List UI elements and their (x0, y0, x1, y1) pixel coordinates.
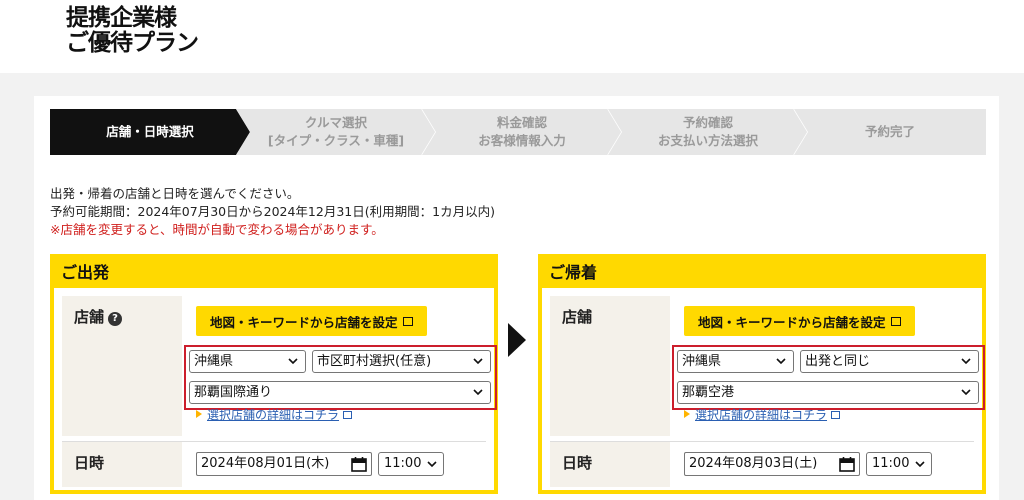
return-store-label: 店舗 (550, 296, 670, 436)
step-sublabel: お支払い方法選択 (657, 133, 758, 148)
return-box: ご帰着 店舗 地図・キーワードから店舗を設定 沖縄県 出発と同じ 那覇空港 選択… (538, 254, 986, 494)
return-store-row: 店舗 地図・キーワードから店舗を設定 沖縄県 出発と同じ 那覇空港 選択店舗の詳… (550, 296, 985, 436)
external-window-icon (343, 411, 353, 419)
step-label: クルマ選択 (304, 115, 368, 130)
help-icon[interactable]: ? (108, 312, 123, 326)
intro-text: 出発・帰着の店舗と日時を選んでください。 予約可能期間：2024年07月30日か… (50, 185, 495, 239)
step-label: 予約確認 (682, 115, 733, 130)
calendar-icon (839, 457, 855, 472)
departure-box: ご出発 店舗? 地図・キーワードから店舗を設定 沖縄県 市区町村選択(任意) 那… (50, 254, 498, 494)
departure-date-input[interactable]: 2024年08月01日(木) (196, 452, 372, 476)
intro-line-1: 出発・帰着の店舗と日時を選んでください。 (50, 186, 300, 201)
departure-title: ご出発 (54, 258, 494, 288)
brand-logo: 提携企業様 ご優待プラン (66, 5, 199, 56)
departure-map-button[interactable]: 地図・キーワードから店舗を設定 (196, 306, 427, 336)
departure-prefecture-select[interactable]: 沖縄県 (189, 350, 306, 373)
step-label: 料金確認 (496, 115, 547, 130)
departure-date-label: 日時 (62, 442, 182, 487)
departure-store-row: 店舗? 地図・キーワードから店舗を設定 沖縄県 市区町村選択(任意) 那覇国際通… (62, 296, 497, 436)
chevron-down-icon (961, 358, 971, 365)
chevron-down-icon (776, 358, 786, 365)
departure-city-select[interactable]: 市区町村選択(任意) (312, 350, 491, 373)
step-price-confirm: 料金確認お客様情報入力 (422, 109, 622, 155)
departure-store-select[interactable]: 那覇国際通り (189, 381, 491, 404)
triangle-right-icon (196, 410, 202, 418)
external-window-icon (402, 316, 413, 326)
arrow-right-icon (508, 323, 526, 357)
chevron-down-icon (961, 389, 971, 396)
step-sublabel: [タイプ・クラス・車種] (267, 133, 405, 148)
step-label: 店舗・日時選択 (106, 124, 194, 139)
return-store-detail-link[interactable]: 選択店舗の詳細はコチラ (684, 406, 841, 423)
step-reservation-confirm: 予約確認お支払い方法選択 (608, 109, 808, 155)
chevron-down-icon (427, 461, 437, 468)
return-city-select[interactable]: 出発と同じ (800, 350, 979, 373)
intro-warning: ※店舗を変更すると、時間が自動で変わる場合があります。 (50, 222, 384, 237)
return-map-button[interactable]: 地図・キーワードから店舗を設定 (684, 306, 915, 336)
step-car-select: クルマ選択 [タイプ・クラス・車種] (236, 109, 436, 155)
chevron-down-icon (473, 358, 483, 365)
chevron-down-icon (473, 389, 483, 396)
return-store-select[interactable]: 那覇空港 (677, 381, 979, 404)
return-prefecture-select[interactable]: 沖縄県 (677, 350, 794, 373)
return-time-select[interactable]: 11:00 (866, 452, 932, 476)
step-complete: 予約完了 (794, 109, 986, 155)
chevron-down-icon (915, 461, 925, 468)
calendar-icon (351, 457, 367, 472)
return-date-label: 日時 (550, 442, 670, 487)
step-sublabel: お客様情報入力 (478, 133, 566, 148)
departure-store-label: 店舗? (62, 296, 182, 436)
top-header: 提携企業様 ご優待プラン (0, 0, 1024, 73)
triangle-right-icon (684, 410, 690, 418)
chevron-down-icon (288, 358, 298, 365)
step-store-datetime: 店舗・日時選択 (50, 109, 250, 155)
logo-line-2: ご優待プラン (66, 30, 199, 56)
departure-time-select[interactable]: 11:00 (378, 452, 444, 476)
return-date-row: 日時 2024年08月03日(土) 11:00 (550, 441, 974, 487)
logo-line-1: 提携企業様 (66, 5, 177, 31)
return-date-input[interactable]: 2024年08月03日(土) (684, 452, 860, 476)
step-label: 予約完了 (864, 124, 915, 139)
external-window-icon (890, 316, 901, 326)
return-title: ご帰着 (542, 258, 982, 288)
progress-steps: 店舗・日時選択 クルマ選択 [タイプ・クラス・車種] 料金確認お客様情報入力 予約… (50, 109, 986, 155)
external-window-icon (831, 411, 841, 419)
intro-line-2: 予約可能期間：2024年07月30日から2024年12月31日(利用期間：1カ月… (50, 204, 495, 219)
departure-store-detail-link[interactable]: 選択店舗の詳細はコチラ (196, 406, 353, 423)
departure-date-row: 日時 2024年08月01日(木) 11:00 (62, 441, 486, 487)
